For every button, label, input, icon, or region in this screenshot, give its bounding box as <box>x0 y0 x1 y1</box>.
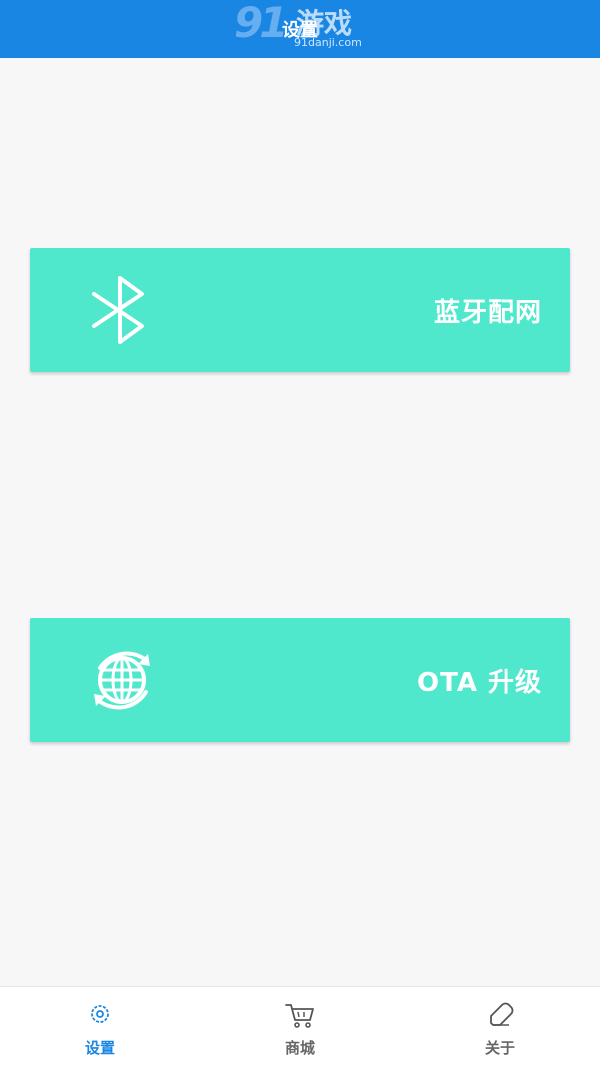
page-title: 设置 <box>282 20 318 41</box>
tab-settings-label: 设置 <box>84 1039 115 1057</box>
header-bar: 91 游戏 91danji.com 设置 <box>0 0 600 58</box>
gear-icon <box>91 1005 109 1023</box>
bluetooth-setup-label: 蓝牙配网 <box>433 298 542 328</box>
tab-about[interactable]: 关于 <box>400 987 600 1067</box>
ota-upgrade-button[interactable]: OTA 升级 <box>30 618 570 742</box>
globe-sync-icon <box>94 651 150 710</box>
tab-shop[interactable]: 商城 <box>200 987 400 1067</box>
bluetooth-setup-button[interactable]: 蓝牙配网 <box>30 248 570 372</box>
tab-about-label: 关于 <box>484 1039 515 1057</box>
ota-upgrade-label: OTA 升级 <box>417 668 542 698</box>
bluetooth-icon <box>92 276 144 344</box>
cart-icon <box>285 1004 314 1028</box>
tag-icon <box>490 1002 514 1026</box>
app-root: 91 游戏 91danji.com 设置 蓝牙配网 OTA 升级 设置 商城 关… <box>0 0 600 1067</box>
tab-shop-label: 商城 <box>284 1039 315 1057</box>
tab-settings[interactable]: 设置 <box>0 987 200 1067</box>
bottom-nav: 设置 商城 关于 <box>0 986 600 1067</box>
